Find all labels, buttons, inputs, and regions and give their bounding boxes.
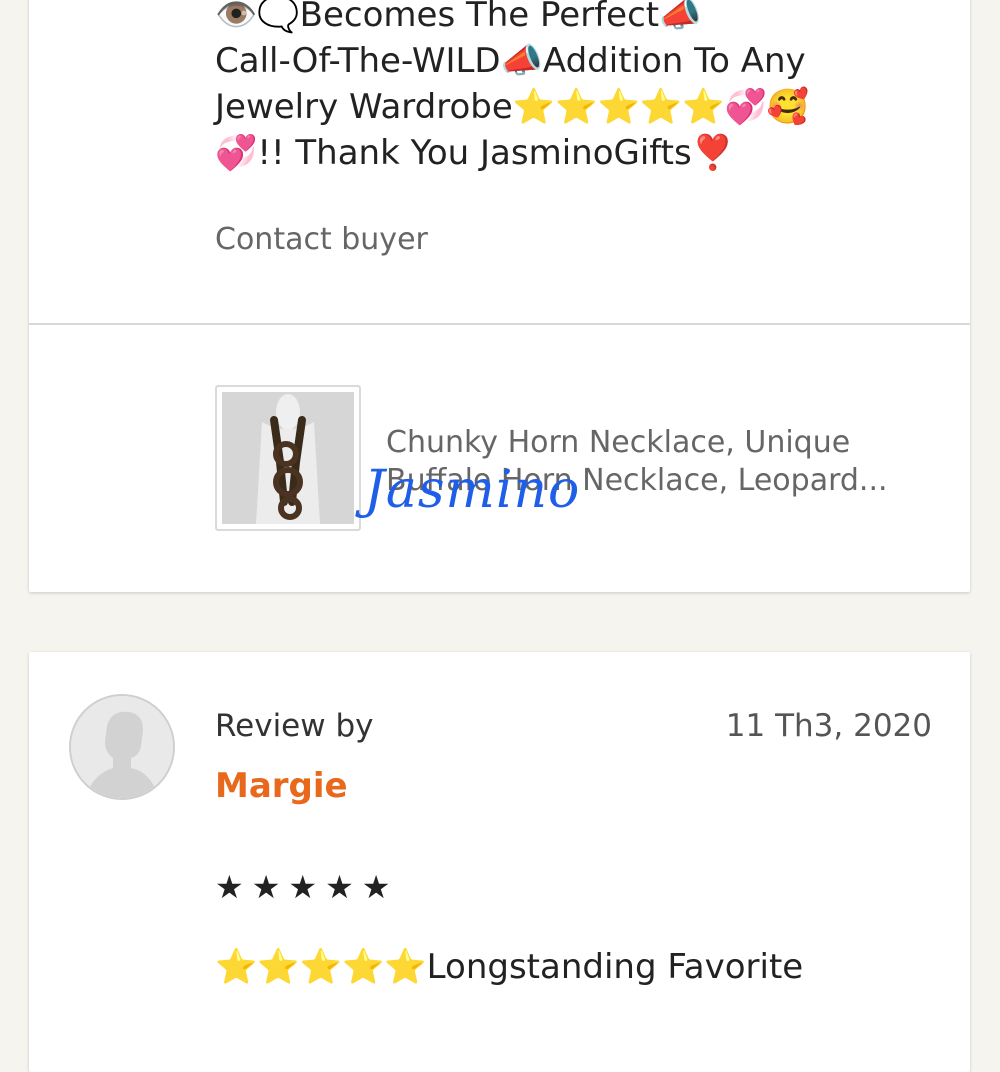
reviewer-name-link[interactable]: Margie (215, 766, 348, 806)
default-user-avatar-icon[interactable] (69, 694, 175, 800)
review-text-line: 👁️🗨️Becomes The Perfect📣 (215, 0, 702, 35)
review-text-line: Call-Of-The-WILD📣Addition To Any (215, 41, 806, 81)
review-text-line: 💞!! Thank You JasminoGifts❣️ (215, 133, 735, 173)
watermark-signature: Jasmino (364, 460, 581, 520)
divider (29, 323, 970, 325)
product-title-line: Chunky Horn Necklace, Unique (386, 425, 851, 460)
review-card: Review by 11 Th3, 2020 Margie ★★★★★ ⭐⭐⭐⭐… (29, 652, 970, 1072)
star-rating: ★★★★★ (215, 868, 399, 906)
review-text: 👁️🗨️Becomes The Perfect📣 Call-Of-The-WIL… (215, 0, 935, 176)
review-by-label: Review by (215, 708, 374, 744)
necklace-photo-icon (222, 392, 354, 524)
product-thumbnail[interactable] (215, 385, 361, 531)
review-card: 👁️🗨️Becomes The Perfect📣 Call-Of-The-WIL… (29, 0, 970, 592)
review-date: 11 Th3, 2020 (725, 708, 932, 744)
review-text-line: Jewelry Wardrobe⭐⭐⭐⭐⭐💞🥰 (215, 87, 810, 127)
review-text: ⭐⭐⭐⭐⭐Longstanding Favorite (215, 947, 804, 987)
contact-buyer-link[interactable]: Contact buyer (215, 222, 428, 257)
